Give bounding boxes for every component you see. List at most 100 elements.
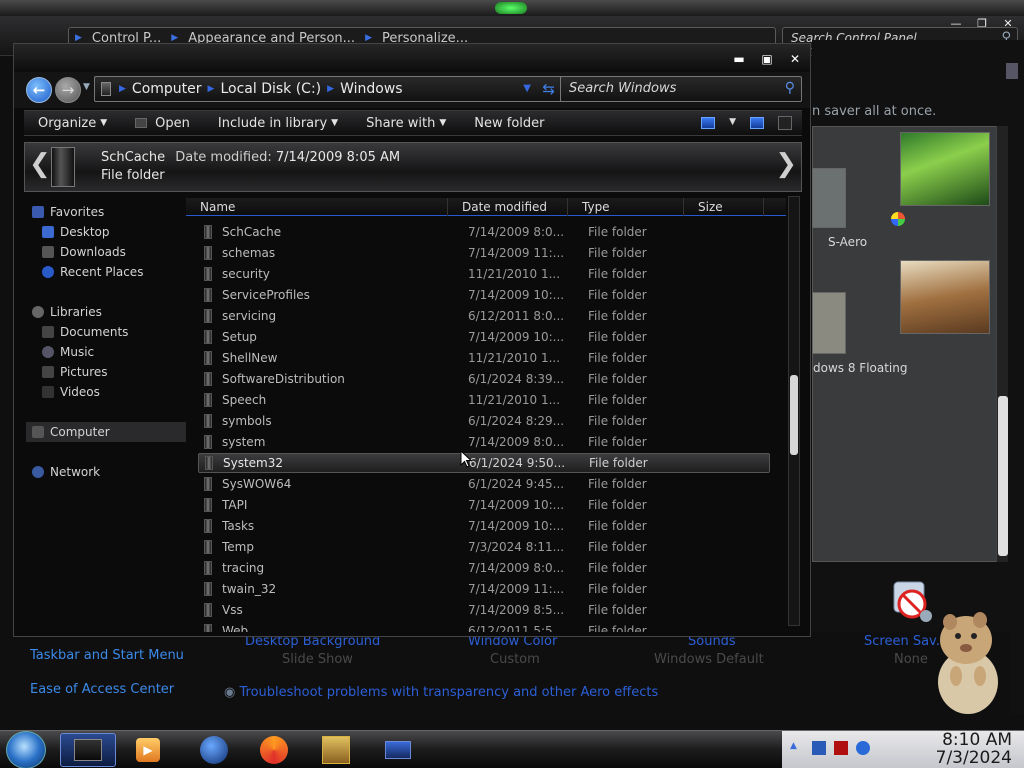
table-row[interactable]: security 11/21/2010 1... File folder: [198, 264, 770, 284]
close-button[interactable]: ✕: [788, 52, 802, 66]
table-row[interactable]: ShellNew 11/21/2010 1... File folder: [198, 348, 770, 368]
theme-preview-window: [812, 292, 846, 354]
share-with-button[interactable]: Share with ▼: [352, 116, 460, 131]
navigation-pane: Favorites Desktop Downloads Recent Place…: [24, 198, 186, 628]
explorer-titlebar[interactable]: ▬ ▣ ✕: [14, 44, 810, 72]
sidebar-label: Pictures: [60, 365, 108, 379]
scrollbar-thumb[interactable]: [998, 396, 1008, 556]
explorer-icon: [74, 739, 102, 761]
address-dropdown-icon[interactable]: ▼: [523, 83, 531, 94]
maximize-button[interactable]: ▣: [760, 52, 774, 66]
sidebar-item-network[interactable]: Network: [32, 462, 192, 482]
file-type: File folder: [588, 309, 647, 323]
troubleshoot-link[interactable]: ◉ Troubleshoot problems with transparenc…: [224, 685, 658, 700]
search-input[interactable]: Search Windows ⚲: [560, 76, 802, 102]
column-header-size[interactable]: Size: [684, 198, 764, 216]
table-row[interactable]: system 7/14/2009 8:0... File folder: [198, 432, 770, 452]
breadcrumb-arrow-icon[interactable]: ▶: [119, 84, 126, 94]
file-name: twain_32: [222, 582, 277, 596]
sidebar-item-videos[interactable]: Videos: [42, 382, 202, 402]
scrollbar-thumb[interactable]: [790, 375, 798, 455]
open-button[interactable]: Open: [121, 116, 204, 131]
table-row[interactable]: Web 6/12/2011 5:5... File folder: [198, 621, 770, 632]
sidebar-item-documents[interactable]: Documents: [42, 322, 202, 342]
back-button[interactable]: ←: [26, 77, 52, 103]
preview-pane-icon[interactable]: [750, 117, 764, 129]
theme-label[interactable]: S-Aero: [828, 235, 867, 249]
table-row[interactable]: Speech 11/21/2010 1... File folder: [198, 390, 770, 410]
table-row[interactable]: symbols 6/1/2024 8:29... File folder: [198, 411, 770, 431]
column-header-name[interactable]: Name: [186, 198, 448, 216]
show-hidden-icons-icon[interactable]: ▲: [790, 741, 804, 755]
minimize-button[interactable]: ▬: [732, 52, 746, 66]
taskbar-remote-app[interactable]: [370, 733, 426, 767]
column-header-type[interactable]: Type: [568, 198, 684, 216]
clock[interactable]: 8:10 AM 7/3/2024: [936, 731, 1012, 767]
column-header-date[interactable]: Date modified: [448, 198, 568, 216]
sidebar-item-recent-places[interactable]: Recent Places: [42, 262, 202, 282]
change-view-icon[interactable]: [701, 117, 716, 129]
taskbar-start-menu-link[interactable]: Taskbar and Start Menu: [30, 648, 190, 663]
table-row[interactable]: twain_32 7/14/2009 11:... File folder: [198, 579, 770, 599]
table-row[interactable]: System32 6/1/2024 9:50... File folder: [198, 453, 770, 473]
recent-pages-dropdown-icon[interactable]: ▼: [83, 82, 90, 92]
sidebar-item-desktop[interactable]: Desktop: [42, 222, 202, 242]
system-tray: ▲ 8:10 AM 7/3/2024: [782, 731, 1024, 768]
new-folder-button[interactable]: New folder: [460, 116, 558, 131]
table-row[interactable]: TAPI 7/14/2009 10:... File folder: [198, 495, 770, 515]
table-row[interactable]: ServiceProfiles 7/14/2009 10:... File fold…: [198, 285, 770, 305]
table-row[interactable]: Setup 7/14/2009 10:... File folder: [198, 327, 770, 347]
taskbar-firefox[interactable]: [246, 733, 302, 767]
sidebar-item-computer[interactable]: Computer: [26, 422, 186, 442]
file-list-scrollbar[interactable]: [788, 196, 800, 626]
include-label: Include in library: [217, 115, 328, 131]
theme-thumbnail-floating[interactable]: [900, 260, 990, 334]
taskbar-globe[interactable]: [186, 733, 242, 767]
forward-button[interactable]: →: [55, 77, 81, 103]
breadcrumb-windows[interactable]: Windows: [334, 81, 409, 97]
table-row[interactable]: servicing 6/12/2011 8:0... File folder: [198, 306, 770, 326]
flag-tray-icon[interactable]: [834, 741, 848, 755]
table-row[interactable]: SoftwareDistribution 6/1/2024 8:39... File…: [198, 369, 770, 389]
include-in-library-button[interactable]: Include in library ▼: [204, 116, 352, 131]
theme-thumbnail-s-aero[interactable]: [900, 132, 990, 206]
taskbar-media-player[interactable]: ▶: [120, 733, 176, 767]
refresh-icon[interactable]: ⇆: [542, 80, 555, 98]
address-bar[interactable]: ▶ Computer ▶ Local Disk (C:) ▶ Windows ▼…: [94, 76, 564, 102]
sidebar-label: Videos: [60, 385, 100, 399]
start-button[interactable]: [6, 731, 46, 768]
table-row[interactable]: SysWOW64 6/1/2024 9:45... File folder: [198, 474, 770, 494]
taskbar-explorer[interactable]: [60, 733, 116, 767]
table-row[interactable]: Vss 7/14/2009 8:5... File folder: [198, 600, 770, 620]
taskbar-box-app[interactable]: [308, 733, 364, 767]
table-row[interactable]: Temp 7/3/2024 8:11... File folder: [198, 537, 770, 557]
breadcrumb-arrow-icon[interactable]: ▶: [327, 84, 334, 94]
sidebar-item-music[interactable]: Music: [42, 342, 202, 362]
search-icon[interactable]: ⚲: [785, 80, 795, 96]
folder-large-icon: [51, 147, 75, 187]
help-icon[interactable]: [778, 116, 792, 130]
personalize-options: Desktop Background Slide Show Window Col…: [210, 632, 1010, 730]
file-date: 6/1/2024 9:50...: [469, 456, 566, 470]
scroll-arrow-icon[interactable]: [1006, 63, 1018, 79]
organize-button[interactable]: Organize ▼: [24, 116, 121, 131]
organize-label: Organize: [38, 115, 97, 131]
theme-scrollbar[interactable]: [996, 126, 1008, 562]
table-row[interactable]: schemas 7/14/2009 11:... File folder: [198, 243, 770, 263]
breadcrumb-arrow-icon[interactable]: ▶: [208, 84, 215, 94]
network-tray-icon[interactable]: [812, 741, 826, 755]
sidebar-item-libraries[interactable]: Libraries: [32, 302, 192, 322]
view-dropdown-icon[interactable]: ▼: [729, 117, 736, 129]
breadcrumb-local-disk[interactable]: Local Disk (C:): [214, 81, 327, 97]
volume-tray-icon[interactable]: [856, 741, 870, 755]
ease-of-access-link[interactable]: Ease of Access Center: [30, 682, 190, 697]
sidebar-item-downloads[interactable]: Downloads: [42, 242, 202, 262]
table-row[interactable]: Tasks 7/14/2009 10:... File folder: [198, 516, 770, 536]
table-row[interactable]: SchCache 7/14/2009 8:0... File folder: [198, 222, 770, 242]
breadcrumb-computer[interactable]: Computer: [126, 81, 208, 97]
file-type: File folder: [588, 330, 647, 344]
sidebar-item-favorites[interactable]: Favorites: [32, 202, 192, 222]
table-row[interactable]: tracing 7/14/2009 8:0... File folder: [198, 558, 770, 578]
sidebar-item-pictures[interactable]: Pictures: [42, 362, 202, 382]
theme-label[interactable]: dows 8 Floating: [813, 361, 907, 375]
